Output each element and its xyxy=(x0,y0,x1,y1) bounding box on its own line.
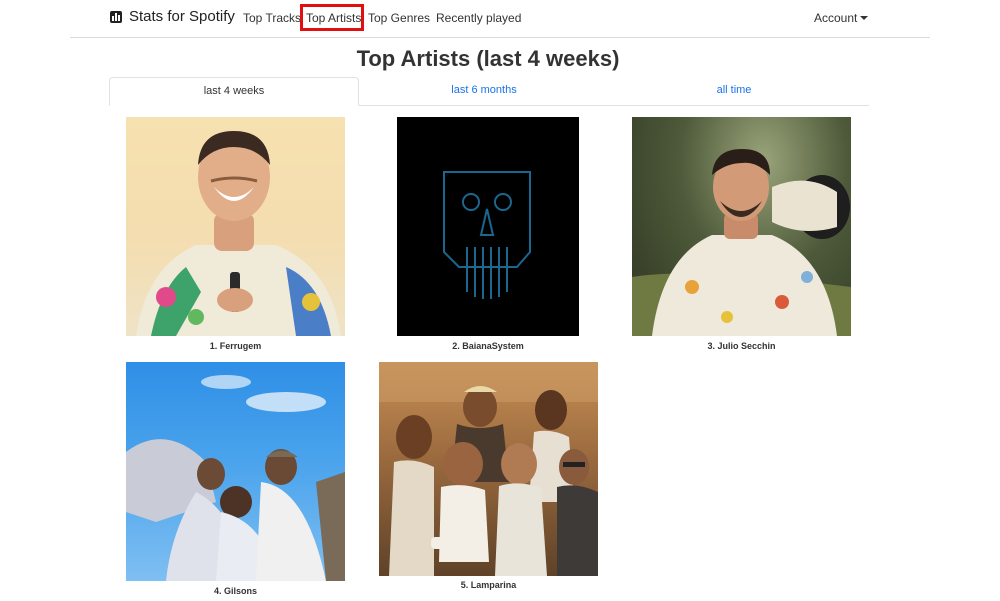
artist-card-ferrugem[interactable]: 1. Ferrugem xyxy=(126,117,345,357)
artist-caption-gilsons: 4. Gilsons xyxy=(213,586,257,596)
artist-caption-lamparina: 5. Lamparina xyxy=(460,580,517,590)
artist-image-gilsons[interactable] xyxy=(126,362,345,581)
artist-image-lamparina[interactable] xyxy=(379,362,598,576)
tab-all-time[interactable]: all time xyxy=(609,77,859,106)
artist-image-julio-secchin[interactable] xyxy=(632,117,851,336)
page-title: Top Artists (last 4 weeks) xyxy=(356,46,620,71)
nav-recently-played[interactable]: Recently played xyxy=(436,11,521,25)
navbar-divider xyxy=(70,37,930,38)
caret-down-icon xyxy=(860,16,869,20)
nav-top-genres[interactable]: Top Genres xyxy=(368,11,430,25)
artist-card-lamparina[interactable]: 5. Lamparina xyxy=(379,362,598,601)
bar-chart-icon xyxy=(110,10,122,23)
account-dropdown[interactable]: Account xyxy=(814,11,869,25)
account-label: Account xyxy=(814,11,858,25)
brand-label: Stats for Spotify xyxy=(129,8,235,25)
artist-caption-julio-secchin: 3. Julio Secchin xyxy=(707,341,776,351)
brand-link[interactable]: Stats for Spotify xyxy=(110,8,235,25)
active-nav-highlight xyxy=(300,4,364,31)
artist-caption-ferrugem: 1. Ferrugem xyxy=(209,341,262,351)
tab-last-4-weeks[interactable]: last 4 weeks xyxy=(109,77,359,106)
artist-card-baianasystem[interactable]: 2. BaianaSystem xyxy=(397,117,579,357)
artist-image-baianasystem[interactable] xyxy=(397,117,579,336)
artist-image-ferrugem[interactable] xyxy=(126,117,345,336)
time-range-tabs: last 4 weeks last 6 months all time xyxy=(109,77,869,106)
tab-last-6-months[interactable]: last 6 months xyxy=(359,77,609,106)
artist-caption-baianasystem: 2. BaianaSystem xyxy=(452,341,524,351)
artist-card-julio-secchin[interactable]: 3. Julio Secchin xyxy=(632,117,851,357)
navbar: Stats for Spotify Top Tracks Top Artists… xyxy=(0,0,1000,37)
nav-top-tracks[interactable]: Top Tracks xyxy=(243,11,301,25)
artist-card-gilsons[interactable]: 4. Gilsons xyxy=(126,362,345,601)
